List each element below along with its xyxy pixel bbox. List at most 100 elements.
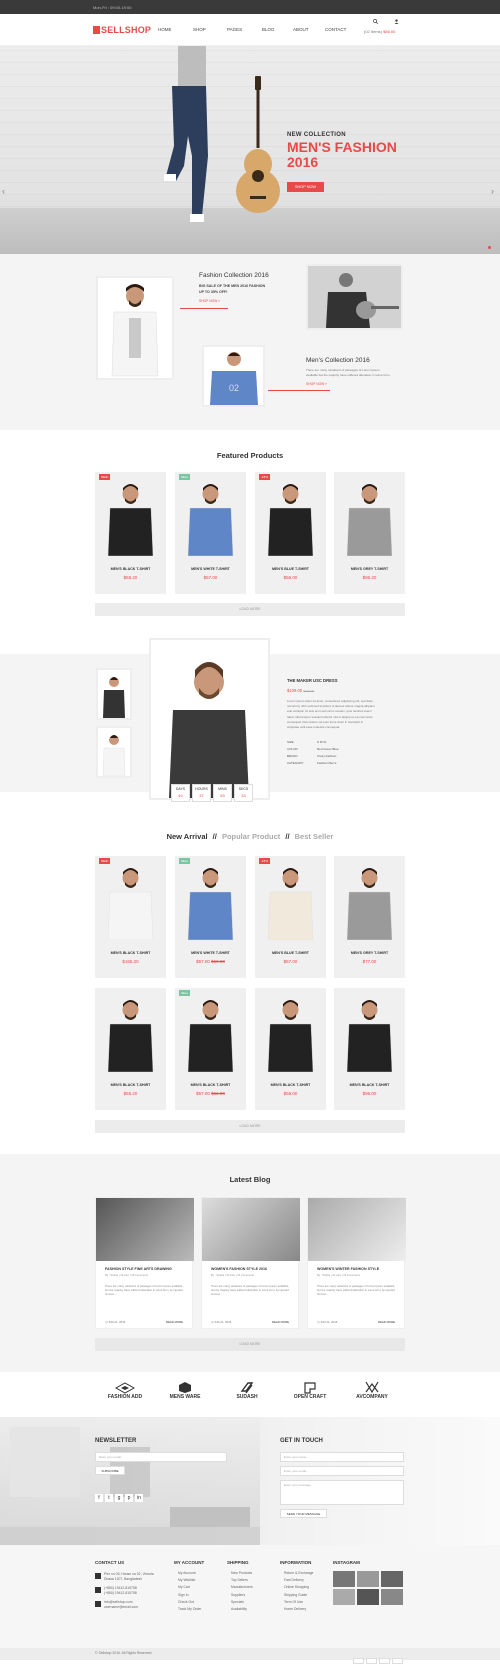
- product-image[interactable]: [104, 994, 157, 1072]
- product-card[interactable]: MEN'S BLACK T-SHIRT $65.20: [95, 988, 166, 1110]
- collection-1-image[interactable]: [96, 276, 174, 380]
- deal-main-image[interactable]: [149, 638, 270, 800]
- cart-summary[interactable]: (02 Items) $86.00: [364, 29, 395, 35]
- tab-new-arrival[interactable]: New Arrival: [167, 832, 208, 841]
- collection-2-image[interactable]: 02: [202, 345, 265, 407]
- deal-colors[interactable]: Red Green Blue: [317, 747, 339, 751]
- product-name[interactable]: MEN'S BLACK T-SHIRT: [334, 1083, 405, 1087]
- product-card[interactable]: MEN'S BLACK T-SHIRT $96.00: [334, 988, 405, 1110]
- product-name[interactable]: MEN'S BLUE T-SHIRT: [255, 567, 326, 571]
- contact-email-input[interactable]: Enter your email...: [280, 1466, 404, 1476]
- footer-link[interactable]: New Products: [227, 1570, 253, 1577]
- product-card[interactable]: MEN'S GREY T-SHIRT $96.20: [334, 472, 405, 594]
- read-more-link[interactable]: READ MORE: [272, 1320, 289, 1324]
- featured-load-more-button[interactable]: LOAD MORE: [95, 603, 405, 616]
- contact-message-input[interactable]: Enter your message...: [280, 1480, 404, 1505]
- brand-avcompany[interactable]: AVCOMPANY: [346, 1394, 398, 1400]
- product-card[interactable]: NEW MEN'S BLACK T-SHIRT $65.20: [95, 472, 166, 594]
- footer-link[interactable]: Return & Exchange: [280, 1570, 313, 1577]
- user-icon[interactable]: [394, 19, 399, 24]
- brand-fashionadd-logo[interactable]: [115, 1382, 135, 1394]
- blog-image[interactable]: [202, 1198, 300, 1261]
- footer-link[interactable]: My Cart: [174, 1584, 201, 1591]
- product-name[interactable]: MEN'S BLACK T-SHIRT: [95, 951, 166, 955]
- search-icon[interactable]: [373, 19, 378, 24]
- brand-fashion-add[interactable]: FASHION ADD: [103, 1394, 147, 1400]
- product-image[interactable]: [104, 862, 157, 940]
- instagram-photo[interactable]: [333, 1589, 355, 1605]
- send-message-button[interactable]: SEND YOUR MESSAGE: [280, 1509, 327, 1518]
- collection-1-guitar-image[interactable]: [306, 264, 403, 330]
- nav-shop[interactable]: SHOP: [193, 27, 206, 32]
- pinterest-icon[interactable]: p: [125, 1494, 133, 1502]
- collection-1-link[interactable]: SHOP NOW »: [199, 299, 220, 303]
- footer-link[interactable]: Fast Delivery: [280, 1577, 313, 1584]
- nav-pages[interactable]: PAGES: [227, 27, 242, 32]
- twitter-icon[interactable]: t: [105, 1494, 113, 1502]
- product-image[interactable]: [343, 994, 396, 1072]
- blog-post-title[interactable]: WOMEN'S WINTER FASHION STYLE: [317, 1267, 379, 1271]
- blog-card[interactable]: FASHION STYLE FINE ARTS DRAWING By : Sha…: [95, 1197, 194, 1329]
- footer-link[interactable]: Term Of Use: [280, 1599, 313, 1606]
- contact-name-input[interactable]: Enter your name...: [280, 1452, 404, 1462]
- footer-link[interactable]: Availability: [227, 1606, 253, 1613]
- google-plus-icon[interactable]: g: [115, 1494, 123, 1502]
- nav-contact[interactable]: CONTACT: [325, 27, 346, 32]
- blog-card[interactable]: WOMEN'S WINTER FASHION STYLE By : Shaha …: [307, 1197, 406, 1329]
- footer-link[interactable]: Suppliers: [227, 1592, 253, 1599]
- footer-link[interactable]: My Wishlist: [174, 1577, 201, 1584]
- footer-link[interactable]: Check Out: [174, 1599, 201, 1606]
- product-name[interactable]: MEN'S WHITE T-SHIRT: [175, 567, 246, 571]
- footer-link[interactable]: Home Delivery: [280, 1606, 313, 1613]
- nav-home[interactable]: HOME: [158, 27, 172, 32]
- blog-post-title[interactable]: FASHION STYLE FINE ARTS DRAWING: [105, 1267, 172, 1271]
- product-image[interactable]: [264, 994, 317, 1072]
- footer-link[interactable]: Manufacturers: [227, 1584, 253, 1591]
- blog-post-title[interactable]: WOMEN'S FASHION STYLE 2016: [211, 1267, 267, 1271]
- instagram-photo[interactable]: [381, 1589, 403, 1605]
- instagram-photo[interactable]: [381, 1571, 403, 1587]
- slider-dot[interactable]: [488, 246, 491, 249]
- product-card[interactable]: SELL MEN'S BLACK T-SHIRT $57.00 $62.00: [175, 988, 246, 1110]
- product-image[interactable]: [104, 478, 157, 556]
- collection-2-link[interactable]: SHOP NOW »: [306, 382, 327, 386]
- brand-open-craft[interactable]: OPEN CRAFT: [288, 1394, 332, 1400]
- product-name[interactable]: MEN'S BLUE T-SHIRT: [255, 951, 326, 955]
- product-name[interactable]: MEN'S BLACK T-SHIRT: [175, 1083, 246, 1087]
- nav-about[interactable]: ABOUT: [293, 27, 309, 32]
- deal-thumb-2[interactable]: [96, 726, 132, 778]
- product-image[interactable]: [343, 862, 396, 940]
- read-more-link[interactable]: READ MORE: [166, 1320, 183, 1324]
- footer-link[interactable]: Online Shopping: [280, 1584, 313, 1591]
- product-name[interactable]: MEN'S BLACK T-SHIRT: [95, 567, 166, 571]
- nav-blog[interactable]: BLOG: [262, 27, 275, 32]
- footer-link[interactable]: Shipping Guide: [280, 1592, 313, 1599]
- prev-slide-arrow[interactable]: ‹: [2, 186, 5, 196]
- tab-best-seller[interactable]: Best Seller: [295, 832, 334, 841]
- brand-avcompany-logo[interactable]: [365, 1381, 379, 1394]
- product-card[interactable]: -15% MEN'S BLUE T-SHIRT $67.00: [255, 856, 326, 978]
- brand-sudash[interactable]: SUDASH: [225, 1394, 269, 1400]
- product-card[interactable]: MEN'S GREY T-SHIRT $77.00: [334, 856, 405, 978]
- next-slide-arrow[interactable]: ›: [491, 186, 494, 196]
- linkedin-icon[interactable]: in: [135, 1494, 143, 1502]
- product-card[interactable]: SELL MEN'S WHITE T-SHIRT $57.00: [175, 472, 246, 594]
- brand-sudash-logo[interactable]: [240, 1381, 254, 1394]
- brand-opencraft-logo[interactable]: [303, 1381, 317, 1394]
- instagram-photo[interactable]: [333, 1571, 355, 1587]
- footer-link[interactable]: Track My Order: [174, 1606, 201, 1613]
- deal-thumb-1[interactable]: [96, 668, 132, 720]
- footer-link[interactable]: Sign In: [174, 1592, 201, 1599]
- product-card[interactable]: NEW MEN'S BLACK T-SHIRT $165.20: [95, 856, 166, 978]
- blog-card[interactable]: WOMEN'S FASHION STYLE 2016 By : Shaha | …: [201, 1197, 300, 1329]
- product-card[interactable]: MEN'S BLACK T-SHIRT $56.00: [255, 988, 326, 1110]
- footer-link[interactable]: Top Sellers: [227, 1577, 253, 1584]
- brand-mensware-logo[interactable]: [178, 1381, 192, 1394]
- read-more-link[interactable]: READ MORE: [378, 1320, 395, 1324]
- footer-link[interactable]: Specials: [227, 1599, 253, 1606]
- subscribe-button[interactable]: SUBSCRIBE: [95, 1466, 125, 1475]
- product-image[interactable]: [184, 478, 237, 556]
- product-card[interactable]: -15% MEN'S BLUE T-SHIRT $56.00: [255, 472, 326, 594]
- blog-load-more-button[interactable]: LOAD MORE: [95, 1338, 405, 1351]
- instagram-photo[interactable]: [357, 1589, 379, 1605]
